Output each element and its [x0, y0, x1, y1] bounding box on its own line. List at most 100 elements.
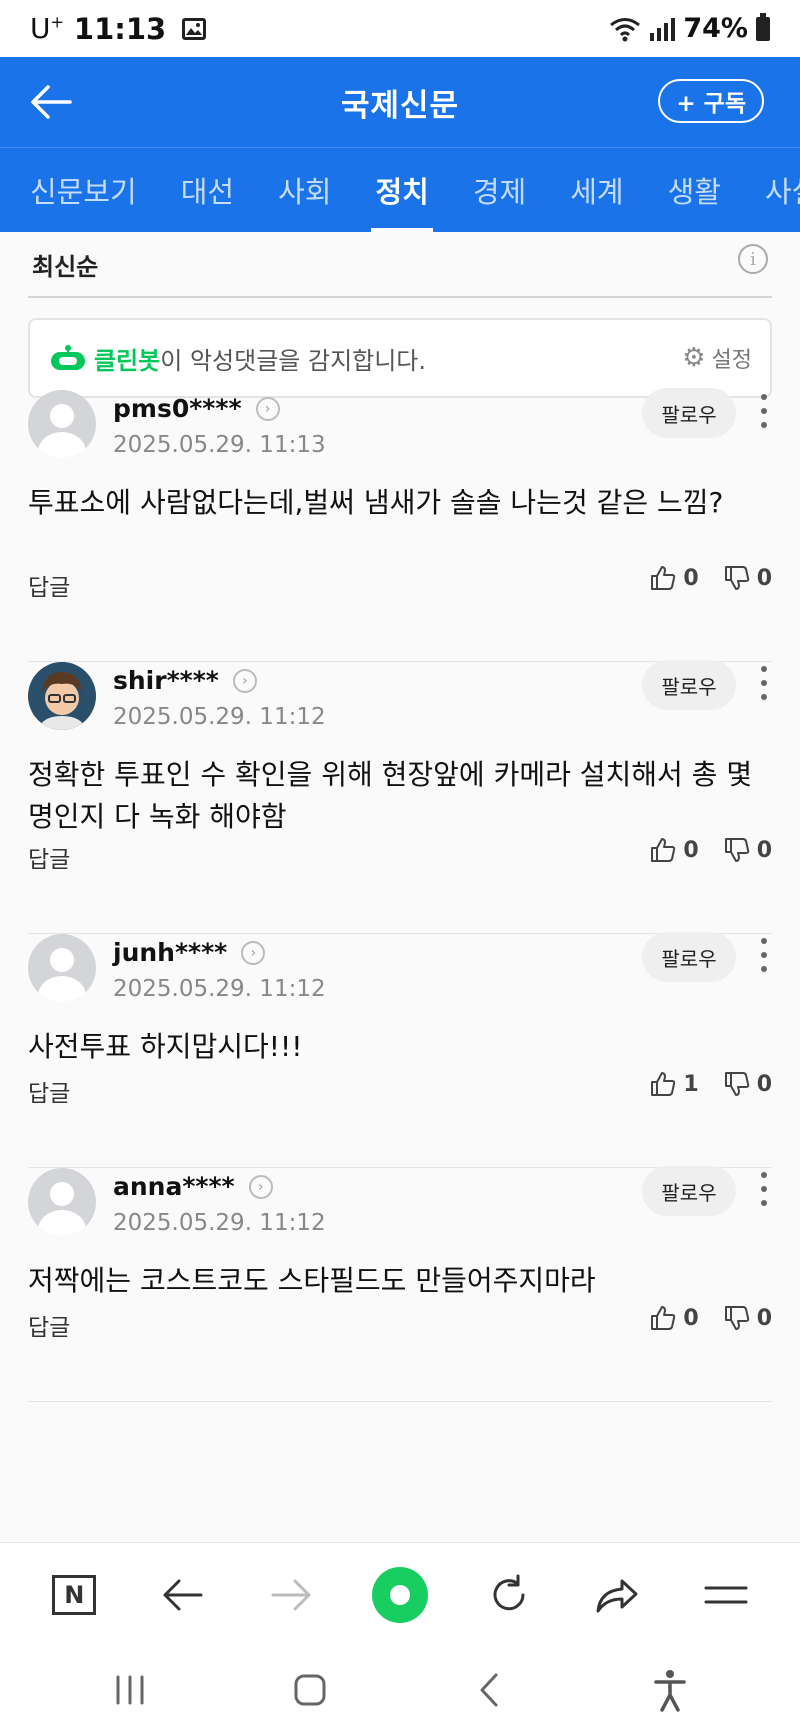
- reply-button[interactable]: 답글: [28, 1074, 70, 1108]
- tab-1[interactable]: 대선: [159, 148, 256, 232]
- green-dot-button[interactable]: [371, 1566, 428, 1623]
- dislike-count: 0: [756, 1305, 772, 1331]
- like-count: 0: [683, 837, 699, 863]
- system-nav-bar: [0, 1646, 800, 1734]
- arrow-left-icon: [163, 1579, 203, 1610]
- hamburger-menu-icon: [704, 1586, 748, 1603]
- reply-button[interactable]: 답글: [28, 568, 70, 602]
- dislike-button[interactable]: 0: [723, 564, 772, 592]
- comment-nickname[interactable]: junh**** ›: [113, 938, 266, 967]
- carrier-label: U+: [30, 12, 64, 45]
- sort-row: 최신순 i: [28, 232, 772, 298]
- chevron-right-icon[interactable]: ›: [232, 668, 257, 693]
- reload-icon: [493, 1574, 525, 1610]
- comment-text: 사전투표 하지맙시다!!!: [28, 1030, 303, 1063]
- follow-button[interactable]: 팔로우: [642, 660, 736, 710]
- thumbs-down-icon: [723, 836, 751, 864]
- chevron-right-icon[interactable]: ›: [248, 1174, 273, 1199]
- comment-item: anna**** › 2025.05.29. 11:12 팔로우 저짝에는 코스트코도 …: [28, 1166, 772, 1402]
- follow-button[interactable]: 팔로우: [642, 932, 736, 982]
- browser-forward-button[interactable]: [263, 1567, 319, 1623]
- reply-button[interactable]: 답글: [28, 840, 70, 874]
- dislike-count: 0: [756, 565, 772, 591]
- tab-5[interactable]: 세계: [548, 148, 645, 232]
- user-avatar[interactable]: [28, 934, 96, 1002]
- more-options-icon[interactable]: [758, 938, 770, 972]
- comment-date: 2025.05.29. 11:12: [113, 976, 326, 1002]
- user-avatar[interactable]: [28, 1168, 96, 1236]
- browser-back-button[interactable]: [155, 1567, 211, 1623]
- browser-toolbar: N: [0, 1542, 800, 1646]
- comment-nickname[interactable]: pms0**** ›: [113, 394, 280, 423]
- wifi-icon: [610, 17, 641, 41]
- tab-3[interactable]: 정치: [353, 148, 450, 232]
- user-avatar[interactable]: [28, 662, 96, 730]
- reload-button[interactable]: [481, 1567, 537, 1623]
- share-button[interactable]: [589, 1567, 645, 1623]
- category-tabs: 신문보기대선사회정치경제세계생활사설: [0, 147, 800, 232]
- comment-item: shir**** › 2025.05.29. 11:12 팔로우 정확한 투표인 수 확…: [28, 660, 772, 934]
- share-arrow-icon: [596, 1579, 638, 1612]
- status-bar: U+ 11:13 74%: [0, 0, 800, 57]
- vote-group: 00: [649, 1304, 772, 1332]
- home-icon[interactable]: [290, 1670, 330, 1710]
- follow-button[interactable]: 팔로우: [642, 388, 736, 438]
- recent-apps-icon[interactable]: [110, 1673, 150, 1707]
- subscribe-button[interactable]: + 구독: [658, 79, 764, 123]
- like-button[interactable]: 1: [649, 1070, 699, 1098]
- vote-group: 00: [649, 836, 772, 864]
- like-count: 0: [683, 565, 699, 591]
- cleanbot-message: 클린봇이 악성댓글을 감지합니다.: [94, 346, 427, 375]
- page-title: 국제신문: [340, 87, 460, 124]
- green-dot-icon: [371, 1566, 428, 1623]
- comment-nickname[interactable]: shir**** ›: [113, 666, 257, 695]
- reply-button[interactable]: 답글: [28, 1308, 70, 1342]
- tab-6[interactable]: 생활: [646, 148, 743, 232]
- cleanbot-banner: 클린봇이 악성댓글을 감지합니다. ⚙ 설정: [28, 318, 772, 398]
- chevron-right-icon[interactable]: ›: [255, 396, 280, 421]
- info-icon[interactable]: i: [738, 244, 768, 274]
- chevron-right-icon[interactable]: ›: [241, 940, 266, 965]
- comment-item: pms0**** › 2025.05.29. 11:13 팔로우 투표소에 사람없다는데…: [28, 388, 772, 662]
- app-header: 국제신문 + 구독: [0, 57, 800, 147]
- system-back-icon[interactable]: [470, 1670, 510, 1710]
- thumbs-down-icon: [723, 1070, 751, 1098]
- signal-icon: [650, 17, 676, 41]
- tab-4[interactable]: 경제: [451, 148, 548, 232]
- thumbs-down-icon: [723, 564, 751, 592]
- more-options-icon[interactable]: [758, 394, 770, 428]
- back-arrow-icon[interactable]: [26, 77, 76, 127]
- battery-icon: [756, 12, 770, 41]
- thumbs-down-icon: [723, 1304, 751, 1332]
- vote-group: 00: [649, 564, 772, 592]
- tab-7[interactable]: 사설: [743, 148, 800, 232]
- like-count: 0: [683, 1305, 699, 1331]
- dislike-button[interactable]: 0: [723, 836, 772, 864]
- thumbs-up-icon: [649, 564, 677, 592]
- comment-text: 투표소에 사람없다는데,벌써 냄새가 솔솔 나는것 같은 느낌?: [28, 486, 724, 519]
- follow-button[interactable]: 팔로우: [642, 1166, 736, 1216]
- sort-latest-button[interactable]: 최신순: [32, 247, 98, 282]
- arrow-right-icon: [271, 1579, 311, 1610]
- thumbs-up-icon: [649, 836, 677, 864]
- more-options-icon[interactable]: [758, 1172, 770, 1206]
- dislike-button[interactable]: 0: [723, 1070, 772, 1098]
- tab-0[interactable]: 신문보기: [0, 148, 159, 232]
- like-button[interactable]: 0: [649, 1304, 699, 1332]
- naver-logo-icon: N: [52, 1574, 97, 1615]
- more-options-icon[interactable]: [758, 666, 770, 700]
- naver-home-button[interactable]: N: [46, 1567, 102, 1623]
- comment-nickname[interactable]: anna**** ›: [113, 1172, 273, 1201]
- tab-2[interactable]: 사회: [256, 148, 353, 232]
- user-avatar[interactable]: [28, 390, 96, 458]
- cleanbot-settings-button[interactable]: ⚙ 설정: [682, 342, 752, 374]
- dislike-count: 0: [756, 1071, 772, 1097]
- battery-percent: 74%: [683, 13, 748, 44]
- image-notification-icon: [182, 17, 207, 40]
- dislike-button[interactable]: 0: [723, 1304, 772, 1332]
- thumbs-up-icon: [649, 1304, 677, 1332]
- like-button[interactable]: 0: [649, 564, 699, 592]
- accessibility-icon[interactable]: [650, 1668, 690, 1712]
- like-button[interactable]: 0: [649, 836, 699, 864]
- menu-button[interactable]: [698, 1567, 754, 1623]
